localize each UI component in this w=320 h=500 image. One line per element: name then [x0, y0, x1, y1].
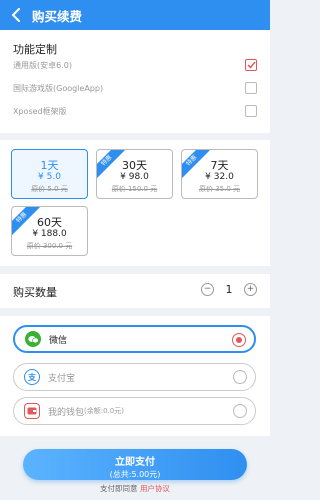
pay-total: (总共:5.00元): [109, 470, 161, 479]
plan-original-price: 原价 35.0 元: [198, 185, 241, 193]
plan-days: 30天: [122, 159, 147, 172]
plan-price: ¥ 32.0: [205, 172, 234, 182]
alipay-icon: 支: [24, 369, 40, 385]
payment-option-wechat[interactable]: 微信: [13, 325, 256, 353]
radio-alipay[interactable]: [233, 370, 247, 384]
pay-button-label: 立即支付: [115, 457, 155, 468]
checkbox-xposed[interactable]: [245, 105, 257, 117]
plan-price: ¥ 5.0: [38, 172, 61, 182]
plan-section: 1天 ¥ 5.0 原价 5.0 元 特惠 30天 ¥ 98.0 原价 150.0…: [0, 140, 270, 266]
feature-option-international[interactable]: 国际游戏版(GoogleApp): [13, 78, 257, 98]
feature-option-universal[interactable]: 通用版(安卓6.0): [13, 55, 257, 75]
payment-section: 微信 支 支付宝 我的钱包 (余额:0.0元): [0, 316, 270, 436]
plan-original-price: 原价 150.0 元: [111, 185, 158, 193]
checkbox-international[interactable]: [245, 82, 257, 94]
feature-section: 功能定制 通用版(安卓6.0) 国际游戏版(GoogleApp) Xposed框…: [0, 30, 270, 133]
agreement-text: 支付即同意 用户协议: [0, 483, 270, 494]
quantity-stepper: − 1 +: [201, 283, 257, 296]
quantity-label: 购买数量: [13, 286, 57, 299]
plan-original-price: 原价 5.0 元: [31, 185, 68, 193]
plan-card-30-day[interactable]: 特惠 30天 ¥ 98.0 原价 150.0 元: [96, 149, 173, 199]
radio-wallet[interactable]: [233, 404, 247, 418]
plan-days: 1天: [40, 159, 59, 172]
check-icon: [246, 61, 256, 69]
checkbox-universal[interactable]: [245, 59, 257, 71]
feature-option-label: Xposed框架版: [13, 106, 67, 116]
plan-price: ¥ 188.0: [32, 229, 67, 239]
plan-card-1-day[interactable]: 1天 ¥ 5.0 原价 5.0 元: [11, 149, 88, 199]
wechat-icon: [25, 331, 41, 347]
payment-name: 微信: [49, 335, 68, 346]
wallet-balance: (余额:0.0元): [84, 407, 124, 415]
quantity-section: 购买数量 − 1 +: [0, 274, 270, 308]
payment-option-wallet[interactable]: 我的钱包 (余额:0.0元): [13, 397, 256, 425]
quantity-value[interactable]: 1: [214, 283, 244, 296]
back-button[interactable]: [4, 0, 28, 30]
plan-card-7-day[interactable]: 特惠 7天 ¥ 32.0 原价 35.0 元: [181, 149, 258, 199]
plan-days: 7天: [210, 159, 229, 172]
payment-option-alipay[interactable]: 支 支付宝: [13, 363, 256, 391]
feature-option-xposed[interactable]: Xposed框架版: [13, 101, 257, 121]
decrease-button[interactable]: −: [201, 283, 214, 296]
plan-price: ¥ 98.0: [120, 172, 149, 182]
feature-option-label: 通用版(安卓6.0): [13, 60, 72, 70]
radio-wechat[interactable]: [232, 333, 246, 347]
plan-original-price: 原价 300.0 元: [26, 242, 73, 250]
increase-button[interactable]: +: [244, 283, 257, 296]
app-header: 购买续费: [0, 0, 270, 30]
wallet-icon: [24, 403, 40, 419]
plan-card-60-day[interactable]: 特惠 60天 ¥ 188.0 原价 300.0 元: [11, 206, 88, 256]
pay-now-button[interactable]: 立即支付 (总共:5.00元): [23, 449, 247, 480]
user-agreement-link[interactable]: 用户协议: [140, 484, 170, 493]
payment-name: 我的钱包: [48, 407, 85, 418]
payment-name: 支付宝: [48, 373, 76, 384]
page-title: 购买续费: [32, 8, 83, 24]
plan-days: 60天: [37, 216, 62, 229]
feature-option-label: 国际游戏版(GoogleApp): [13, 83, 104, 93]
chevron-left-icon: [11, 8, 20, 22]
agreement-prefix: 支付即同意: [100, 484, 140, 493]
